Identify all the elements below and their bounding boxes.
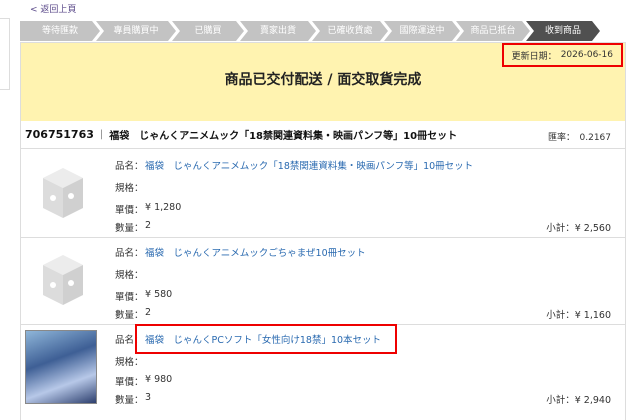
item-name-row: 品名： 福袋 じゃんくアニメムック「18禁関連資料集・映画パンフ等」10冊セット	[115, 158, 473, 172]
item-name-row: 品名： 福袋 じゃんくアニメムックごちゃまぜ10冊セット	[115, 245, 366, 259]
step-5: 已確收貨處	[312, 21, 388, 41]
item-spec-row: 規格：	[115, 270, 144, 281]
step-7: 商品已抵台	[456, 21, 530, 41]
order-id: 706751763	[25, 128, 94, 141]
item-qty-row: 數量： 2	[115, 307, 152, 321]
item-name-link[interactable]: 福袋 じゃんくアニメムックごちゃまぜ10冊セット	[145, 245, 366, 259]
step-6: 國際運送中	[384, 21, 460, 41]
item-price-row: 單價： ¥ 580	[115, 289, 173, 303]
order-title: 福袋 じゃんくアニメムック「18禁関連資料集・映画パンフ等」10冊セット	[109, 131, 458, 142]
step-3: 已購買	[172, 21, 244, 41]
item-price-row: 單價： ¥ 1,280	[115, 202, 182, 216]
order-panel: 更新日期： 2026-06-16 商品已交付配送 / 面交取貨完成 706751…	[20, 42, 626, 420]
step-1: 等待匯款	[20, 21, 100, 41]
divider: |	[99, 129, 104, 140]
update-date: 更新日期： 2026-06-16	[501, 43, 623, 67]
item-price-row: 單價： ¥ 980	[115, 374, 173, 388]
item-subtotal: 小計：¥ 2,560	[546, 223, 611, 234]
highlight-box	[135, 324, 397, 354]
status-banner: 更新日期： 2026-06-16 商品已交付配送 / 面交取貨完成	[21, 43, 625, 121]
item-name-link[interactable]: 福袋 じゃんくアニメムック「18禁関連資料集・映画パンフ等」10冊セット	[145, 158, 473, 172]
item-subtotal: 小計：¥ 1,160	[546, 310, 611, 321]
placeholder-icon	[29, 247, 97, 317]
item-qty-row: 數量： 2	[115, 220, 152, 234]
step-4: 賣家出貨	[240, 21, 316, 41]
left-panel	[0, 18, 10, 90]
step-8-current: 收到商品	[526, 21, 600, 41]
product-cover-image	[25, 330, 97, 404]
update-date-label: 更新日期：	[511, 51, 557, 62]
list-item: 品名： 福袋 じゃんくPCソフト「女性向け18禁」10本セット 規格： 單價： ¥ …	[21, 324, 625, 412]
list-item: 品名： 福袋 じゃんくアニメムック「18禁関連資料集・映画パンフ等」10冊セット …	[21, 150, 625, 238]
progress-steps: 等待匯款 專員購買中 已購買 賣家出貨 已確收貨處 國際運送中 商品已抵台 收到…	[20, 21, 640, 41]
placeholder-icon	[29, 160, 97, 230]
exchange-rate: 匯率： 0.2167	[547, 133, 611, 143]
list-item: 品名： 福袋 じゃんくアニメムックごちゃまぜ10冊セット 規格： 單價： ¥ 580…	[21, 237, 625, 325]
order-header: 706751763 | 福袋 じゃんくアニメムック「18禁関連資料集・映画パンフ…	[21, 121, 625, 149]
item-qty-row: 數量： 3	[115, 392, 152, 406]
update-date-value: 2026-06-16	[560, 50, 613, 60]
status-title: 商品已交付配送 / 面交取貨完成	[224, 72, 422, 88]
step-2: 專員購買中	[96, 21, 176, 41]
back-link[interactable]: < 返回上頁	[30, 2, 76, 15]
item-spec-row: 規格：	[115, 183, 144, 194]
item-spec-row: 規格：	[115, 357, 144, 368]
item-subtotal: 小計：¥ 2,940	[546, 395, 611, 406]
